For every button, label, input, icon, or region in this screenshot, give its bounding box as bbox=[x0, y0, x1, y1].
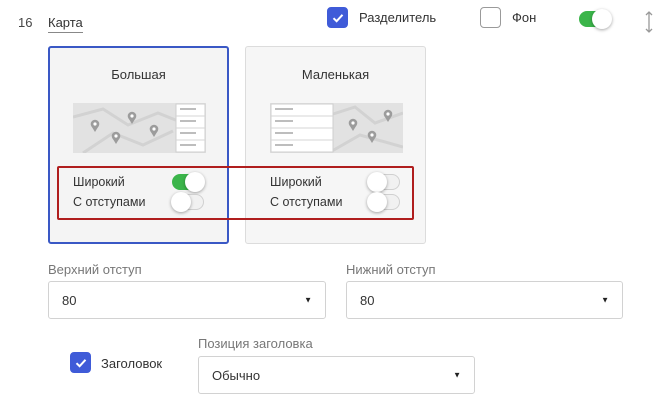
heading-position-label: Позиция заголовка bbox=[198, 336, 313, 351]
check-icon bbox=[75, 358, 86, 368]
caret-down-icon: ▼ bbox=[453, 370, 461, 380]
check-icon bbox=[332, 13, 343, 23]
top-padding-select[interactable]: 80 ▼ bbox=[48, 281, 326, 319]
bottom-padding-select[interactable]: 80 ▼ bbox=[346, 281, 623, 319]
divider-label: Разделитель bbox=[359, 10, 437, 25]
map-large-preview-icon bbox=[73, 103, 206, 153]
resize-handle-icon[interactable] bbox=[644, 10, 654, 34]
heading-checkbox[interactable] bbox=[70, 352, 91, 373]
card-title: Большая bbox=[111, 67, 166, 82]
card-title: Маленькая bbox=[301, 67, 370, 82]
bottom-padding-value: 80 bbox=[360, 292, 375, 308]
block-visibility-toggle[interactable] bbox=[579, 9, 612, 29]
top-padding-label: Верхний отступ bbox=[48, 262, 142, 277]
heading-position-value: Обычно bbox=[212, 367, 261, 383]
top-padding-value: 80 bbox=[62, 292, 77, 308]
divider-checkbox[interactable] bbox=[327, 7, 348, 28]
caret-down-icon: ▼ bbox=[601, 295, 609, 305]
options-highlight-box bbox=[57, 166, 414, 220]
caret-down-icon: ▼ bbox=[304, 295, 312, 305]
heading-label: Заголовок bbox=[101, 356, 163, 371]
background-checkbox[interactable] bbox=[480, 7, 501, 28]
heading-position-select[interactable]: Обычно ▼ bbox=[198, 356, 475, 394]
block-name-link[interactable]: Карта bbox=[48, 15, 83, 33]
background-label: Фон bbox=[512, 10, 537, 25]
map-small-preview-icon bbox=[270, 103, 403, 153]
bottom-padding-label: Нижний отступ bbox=[346, 262, 436, 277]
block-number: 16 bbox=[18, 15, 33, 30]
